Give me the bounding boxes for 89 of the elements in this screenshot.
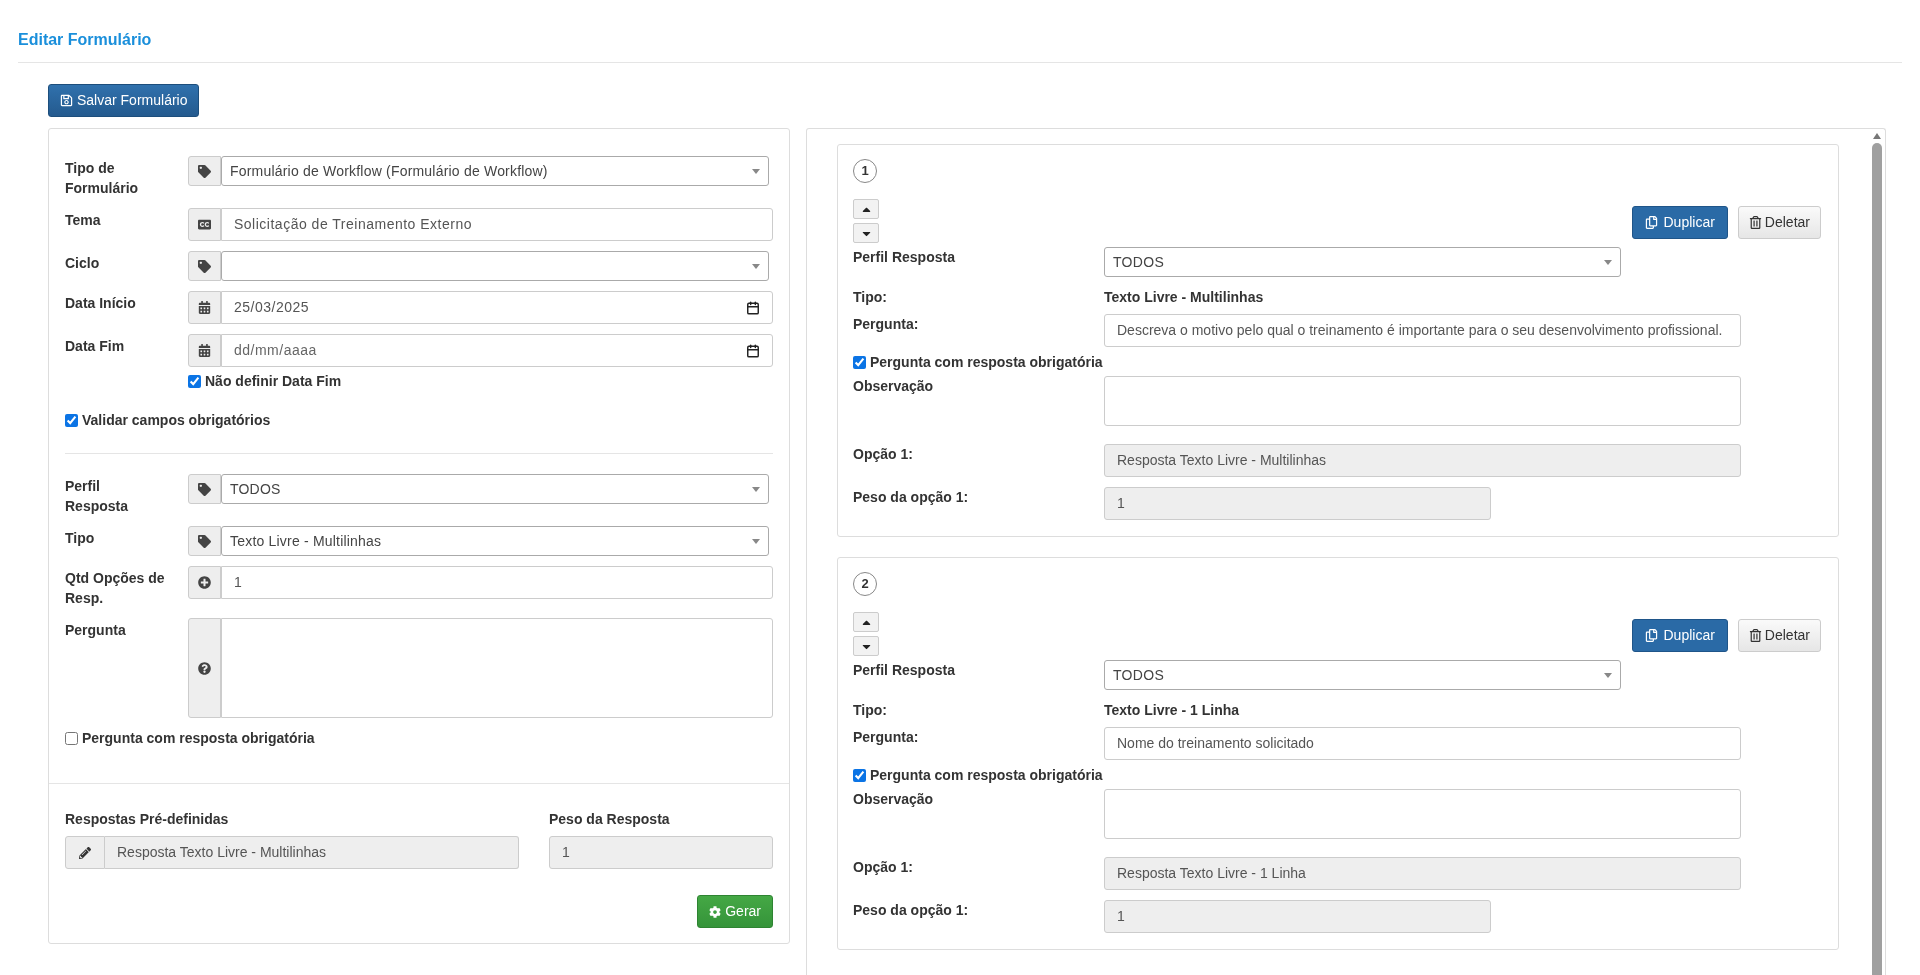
field-label: Observação xyxy=(853,790,935,809)
field-label: Tipo de Formulário xyxy=(65,159,140,198)
trash-icon xyxy=(1748,216,1762,229)
move-down-button[interactable] xyxy=(853,636,879,656)
input-field: Resposta Texto Livre - Multilinhas xyxy=(105,836,519,869)
field-label: Respostas Pré-definidas xyxy=(65,810,230,829)
field-label: Peso da opção 1: xyxy=(853,488,970,507)
textarea-field[interactable] xyxy=(1104,789,1741,839)
field-label: Qtd Opções de Resp. xyxy=(65,569,165,608)
input-field: 1 xyxy=(1104,900,1491,933)
caret-icon xyxy=(1604,672,1612,678)
captions-icon xyxy=(198,218,211,231)
textarea-field[interactable] xyxy=(221,618,773,718)
field-label: Observação xyxy=(853,377,935,396)
calendar-icon[interactable] xyxy=(746,343,760,358)
input-field[interactable]: 1 xyxy=(221,566,773,599)
select-field[interactable]: Formulário de Workflow (Formulário de Workflow) xyxy=(221,156,769,186)
checkbox-label: Pergunta com resposta obrigatória xyxy=(870,766,1103,785)
checkbox[interactable] xyxy=(853,769,866,782)
select-field[interactable]: Texto Livre - Multilinhas xyxy=(221,526,769,556)
select-field[interactable]: TODOS xyxy=(1104,660,1621,690)
checkbox-label: Pergunta com resposta obrigatória xyxy=(82,729,315,748)
copy-icon xyxy=(1644,629,1658,642)
input-field: 1 xyxy=(1104,487,1491,520)
trash-icon xyxy=(1748,629,1762,642)
tag-icon xyxy=(198,164,211,178)
tag-icon xyxy=(198,482,211,496)
field-label: Tema xyxy=(65,211,102,230)
checkbox[interactable] xyxy=(188,375,201,388)
save-icon xyxy=(60,94,73,107)
checkbox[interactable] xyxy=(853,356,866,369)
input-field[interactable]: Descreva o motivo pelo qual o treinamento é importante para o seu desenvolvimento profissional. xyxy=(1104,314,1741,347)
input-field: 1 xyxy=(549,836,773,869)
checkbox-label: Pergunta com resposta obrigatória xyxy=(870,353,1103,372)
caret-icon xyxy=(752,486,760,492)
calendar-icon xyxy=(198,344,211,357)
calendar-icon[interactable] xyxy=(746,300,760,315)
field-label: Perfil Resposta xyxy=(853,248,956,267)
move-up-button[interactable] xyxy=(853,199,879,219)
input-field[interactable]: Solicitação de Treinamento Externo xyxy=(221,208,773,241)
page-title: Editar Formulário xyxy=(18,30,153,50)
tag-icon xyxy=(198,259,211,273)
textarea-field[interactable] xyxy=(1104,376,1741,426)
field-label: Data Início xyxy=(65,294,137,313)
checkbox-label: Validar campos obrigatórios xyxy=(82,411,271,430)
gear-icon xyxy=(709,905,722,918)
field-label: Perfil Resposta xyxy=(65,477,130,516)
field-label: Peso da Resposta xyxy=(549,810,671,829)
input-field: Resposta Texto Livre - 1 Linha xyxy=(1104,857,1741,890)
checkbox[interactable] xyxy=(65,732,78,745)
select-field[interactable] xyxy=(221,251,769,281)
pencil-icon xyxy=(79,846,91,859)
checkbox[interactable] xyxy=(65,414,78,427)
copy-icon xyxy=(1644,216,1658,229)
date-field[interactable]: 25/03/2025 xyxy=(221,291,773,324)
move-up-button[interactable] xyxy=(853,612,879,632)
input-field: Resposta Texto Livre - Multilinhas xyxy=(1104,444,1741,477)
field-label: Data Fim xyxy=(65,337,126,356)
field-label: Perfil Resposta xyxy=(853,661,956,680)
caret-icon xyxy=(752,538,760,544)
delete-button[interactable]: Deletar xyxy=(1737,619,1821,652)
tag-icon xyxy=(198,534,211,548)
input-field[interactable]: Nome do treinamento solicitado xyxy=(1104,727,1741,760)
select-field[interactable]: TODOS xyxy=(221,474,769,504)
caret-icon xyxy=(1604,259,1612,265)
field-label: Pergunta: xyxy=(853,315,920,334)
question-icon xyxy=(198,661,211,675)
field-label: Tipo xyxy=(65,529,96,548)
field-label: Opção 1: xyxy=(853,858,914,877)
caret-icon xyxy=(752,263,760,269)
field-label: Pergunta xyxy=(65,621,127,640)
duplicate-button[interactable]: Duplicar xyxy=(1631,619,1728,652)
select-field[interactable]: TODOS xyxy=(1104,247,1621,277)
field-label: Tipo: xyxy=(853,288,888,307)
move-down-button[interactable] xyxy=(853,223,879,243)
checkbox-label: Não definir Data Fim xyxy=(205,372,342,391)
caret-icon xyxy=(752,168,760,174)
date-field[interactable]: dd/mm/aaaa xyxy=(221,334,773,367)
field-label: Tipo: xyxy=(853,701,888,720)
field-label: Opção 1: xyxy=(853,445,914,464)
field-label: Peso da opção 1: xyxy=(853,901,970,920)
delete-button[interactable]: Deletar xyxy=(1737,206,1821,239)
calendar-icon xyxy=(198,301,211,314)
duplicate-button[interactable]: Duplicar xyxy=(1631,206,1728,239)
field-label: Ciclo xyxy=(65,254,101,273)
type-value: Texto Livre - 1 Linha xyxy=(1104,701,1240,720)
field-label: Pergunta: xyxy=(853,728,920,747)
type-value: Texto Livre - Multilinhas xyxy=(1104,288,1264,307)
save-button[interactable]: Salvar Formulário xyxy=(48,84,200,117)
